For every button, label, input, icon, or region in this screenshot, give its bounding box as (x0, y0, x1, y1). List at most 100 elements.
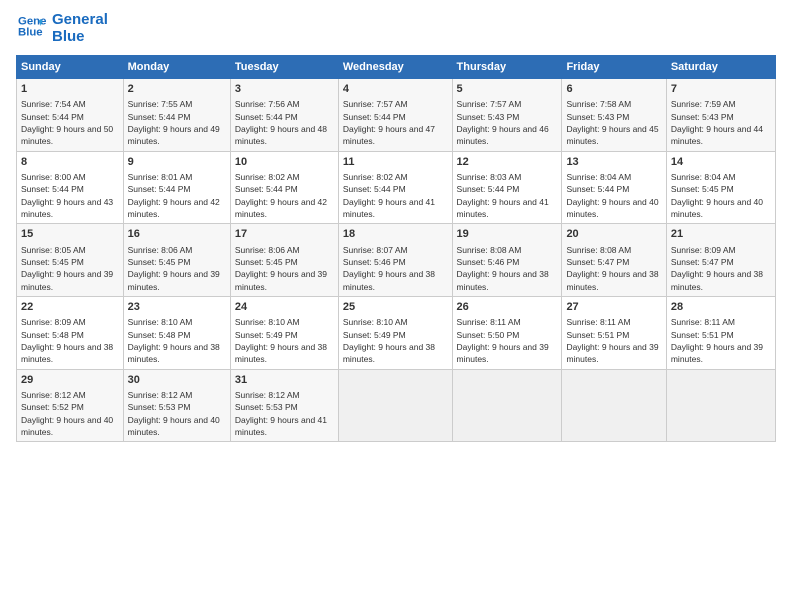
cell-info: Sunrise: 8:08 AM Sunset: 5:47 PM Dayligh… (566, 244, 661, 293)
cell-info: Sunrise: 8:10 AM Sunset: 5:49 PM Dayligh… (235, 316, 334, 365)
calendar-cell: 8Sunrise: 8:00 AM Sunset: 5:44 PM Daylig… (17, 151, 124, 224)
cell-info: Sunrise: 8:04 AM Sunset: 5:45 PM Dayligh… (671, 171, 771, 220)
calendar-cell: 28Sunrise: 8:11 AM Sunset: 5:51 PM Dayli… (666, 296, 775, 369)
calendar-cell: 24Sunrise: 8:10 AM Sunset: 5:49 PM Dayli… (230, 296, 338, 369)
calendar-cell: 14Sunrise: 8:04 AM Sunset: 5:45 PM Dayli… (666, 151, 775, 224)
calendar-week-row: 1Sunrise: 7:54 AM Sunset: 5:44 PM Daylig… (17, 79, 776, 152)
cell-info: Sunrise: 7:59 AM Sunset: 5:43 PM Dayligh… (671, 98, 771, 147)
day-number: 5 (457, 82, 558, 97)
cell-info: Sunrise: 8:11 AM Sunset: 5:51 PM Dayligh… (671, 316, 771, 365)
cell-info: Sunrise: 8:07 AM Sunset: 5:46 PM Dayligh… (343, 244, 448, 293)
day-number: 18 (343, 227, 448, 242)
calendar-body: 1Sunrise: 7:54 AM Sunset: 5:44 PM Daylig… (17, 79, 776, 442)
day-number: 30 (128, 373, 226, 388)
calendar-cell: 11Sunrise: 8:02 AM Sunset: 5:44 PM Dayli… (338, 151, 452, 224)
day-number: 17 (235, 227, 334, 242)
day-number: 12 (457, 155, 558, 170)
calendar-cell: 5Sunrise: 7:57 AM Sunset: 5:43 PM Daylig… (452, 79, 562, 152)
cell-info: Sunrise: 7:56 AM Sunset: 5:44 PM Dayligh… (235, 98, 334, 147)
calendar-cell: 30Sunrise: 8:12 AM Sunset: 5:53 PM Dayli… (123, 369, 230, 442)
cell-info: Sunrise: 8:02 AM Sunset: 5:44 PM Dayligh… (235, 171, 334, 220)
day-number: 16 (128, 227, 226, 242)
cell-info: Sunrise: 8:05 AM Sunset: 5:45 PM Dayligh… (21, 244, 119, 293)
day-number: 13 (566, 155, 661, 170)
day-number: 31 (235, 373, 334, 388)
calendar-cell: 1Sunrise: 7:54 AM Sunset: 5:44 PM Daylig… (17, 79, 124, 152)
calendar-cell: 2Sunrise: 7:55 AM Sunset: 5:44 PM Daylig… (123, 79, 230, 152)
calendar-table: SundayMondayTuesdayWednesdayThursdayFrid… (16, 55, 776, 442)
day-header-friday: Friday (562, 56, 666, 79)
day-number: 26 (457, 300, 558, 315)
day-number: 23 (128, 300, 226, 315)
page-container: General Blue General Blue SundayMondayTu… (0, 0, 792, 454)
day-number: 7 (671, 82, 771, 97)
day-number: 10 (235, 155, 334, 170)
day-number: 22 (21, 300, 119, 315)
calendar-cell: 25Sunrise: 8:10 AM Sunset: 5:49 PM Dayli… (338, 296, 452, 369)
calendar-week-row: 22Sunrise: 8:09 AM Sunset: 5:48 PM Dayli… (17, 296, 776, 369)
calendar-cell: 20 Sunrise: 8:08 AM Sunset: 5:47 PM Dayli… (562, 224, 666, 297)
calendar-week-row: 15 Sunrise: 8:05 AM Sunset: 5:45 PM Dayli… (17, 224, 776, 297)
calendar-cell: 16 Sunrise: 8:06 AM Sunset: 5:45 PM Dayli… (123, 224, 230, 297)
day-header-saturday: Saturday (666, 56, 775, 79)
calendar-cell: 9Sunrise: 8:01 AM Sunset: 5:44 PM Daylig… (123, 151, 230, 224)
day-number: 8 (21, 155, 119, 170)
cell-info: Sunrise: 8:10 AM Sunset: 5:49 PM Dayligh… (343, 316, 448, 365)
logo-icon: General Blue (18, 12, 46, 40)
calendar-cell (562, 369, 666, 442)
cell-info: Sunrise: 8:12 AM Sunset: 5:53 PM Dayligh… (235, 389, 334, 438)
day-number: 25 (343, 300, 448, 315)
cell-info: Sunrise: 7:57 AM Sunset: 5:44 PM Dayligh… (343, 98, 448, 147)
calendar-cell: 22Sunrise: 8:09 AM Sunset: 5:48 PM Dayli… (17, 296, 124, 369)
svg-text:Blue: Blue (18, 27, 43, 39)
day-number: 14 (671, 155, 771, 170)
cell-info: Sunrise: 8:04 AM Sunset: 5:44 PM Dayligh… (566, 171, 661, 220)
calendar-cell (452, 369, 562, 442)
cell-info: Sunrise: 8:06 AM Sunset: 5:45 PM Dayligh… (128, 244, 226, 293)
cell-info: Sunrise: 8:01 AM Sunset: 5:44 PM Dayligh… (128, 171, 226, 220)
day-number: 29 (21, 373, 119, 388)
cell-info: Sunrise: 8:08 AM Sunset: 5:46 PM Dayligh… (457, 244, 558, 293)
logo-line1: General (52, 12, 108, 29)
cell-info: Sunrise: 7:57 AM Sunset: 5:43 PM Dayligh… (457, 98, 558, 147)
cell-info: Sunrise: 8:11 AM Sunset: 5:51 PM Dayligh… (566, 316, 661, 365)
logo-line2: Blue (52, 29, 108, 46)
cell-info: Sunrise: 8:11 AM Sunset: 5:50 PM Dayligh… (457, 316, 558, 365)
cell-info: Sunrise: 8:12 AM Sunset: 5:53 PM Dayligh… (128, 389, 226, 438)
cell-info: Sunrise: 8:10 AM Sunset: 5:48 PM Dayligh… (128, 316, 226, 365)
cell-info: Sunrise: 7:55 AM Sunset: 5:44 PM Dayligh… (128, 98, 226, 147)
cell-info: Sunrise: 7:58 AM Sunset: 5:43 PM Dayligh… (566, 98, 661, 147)
calendar-cell: 3Sunrise: 7:56 AM Sunset: 5:44 PM Daylig… (230, 79, 338, 152)
calendar-week-row: 8Sunrise: 8:00 AM Sunset: 5:44 PM Daylig… (17, 151, 776, 224)
cell-info: Sunrise: 8:12 AM Sunset: 5:52 PM Dayligh… (21, 389, 119, 438)
cell-info: Sunrise: 8:03 AM Sunset: 5:44 PM Dayligh… (457, 171, 558, 220)
cell-info: Sunrise: 8:00 AM Sunset: 5:44 PM Dayligh… (21, 171, 119, 220)
day-number: 28 (671, 300, 771, 315)
cell-info: Sunrise: 8:02 AM Sunset: 5:44 PM Dayligh… (343, 171, 448, 220)
calendar-cell: 18 Sunrise: 8:07 AM Sunset: 5:46 PM Dayli… (338, 224, 452, 297)
calendar-cell: 12Sunrise: 8:03 AM Sunset: 5:44 PM Dayli… (452, 151, 562, 224)
calendar-cell: 6Sunrise: 7:58 AM Sunset: 5:43 PM Daylig… (562, 79, 666, 152)
cell-info: Sunrise: 8:09 AM Sunset: 5:48 PM Dayligh… (21, 316, 119, 365)
calendar-cell: 7Sunrise: 7:59 AM Sunset: 5:43 PM Daylig… (666, 79, 775, 152)
day-number: 6 (566, 82, 661, 97)
calendar-week-row: 29Sunrise: 8:12 AM Sunset: 5:52 PM Dayli… (17, 369, 776, 442)
day-number: 19 (457, 227, 558, 242)
day-number: 27 (566, 300, 661, 315)
cell-info: Sunrise: 8:06 AM Sunset: 5:45 PM Dayligh… (235, 244, 334, 293)
calendar-cell: 13Sunrise: 8:04 AM Sunset: 5:44 PM Dayli… (562, 151, 666, 224)
day-number: 21 (671, 227, 771, 242)
day-number: 15 (21, 227, 119, 242)
day-header-thursday: Thursday (452, 56, 562, 79)
day-number: 20 (566, 227, 661, 242)
logo: General Blue General Blue (16, 12, 108, 45)
calendar-cell: 15 Sunrise: 8:05 AM Sunset: 5:45 PM Dayli… (17, 224, 124, 297)
day-header-monday: Monday (123, 56, 230, 79)
day-number: 3 (235, 82, 334, 97)
header: General Blue General Blue (16, 12, 776, 45)
day-number: 24 (235, 300, 334, 315)
cell-info: Sunrise: 7:54 AM Sunset: 5:44 PM Dayligh… (21, 98, 119, 147)
calendar-header-row: SundayMondayTuesdayWednesdayThursdayFrid… (17, 56, 776, 79)
calendar-cell: 21 Sunrise: 8:09 AM Sunset: 5:47 PM Dayli… (666, 224, 775, 297)
cell-info: Sunrise: 8:09 AM Sunset: 5:47 PM Dayligh… (671, 244, 771, 293)
